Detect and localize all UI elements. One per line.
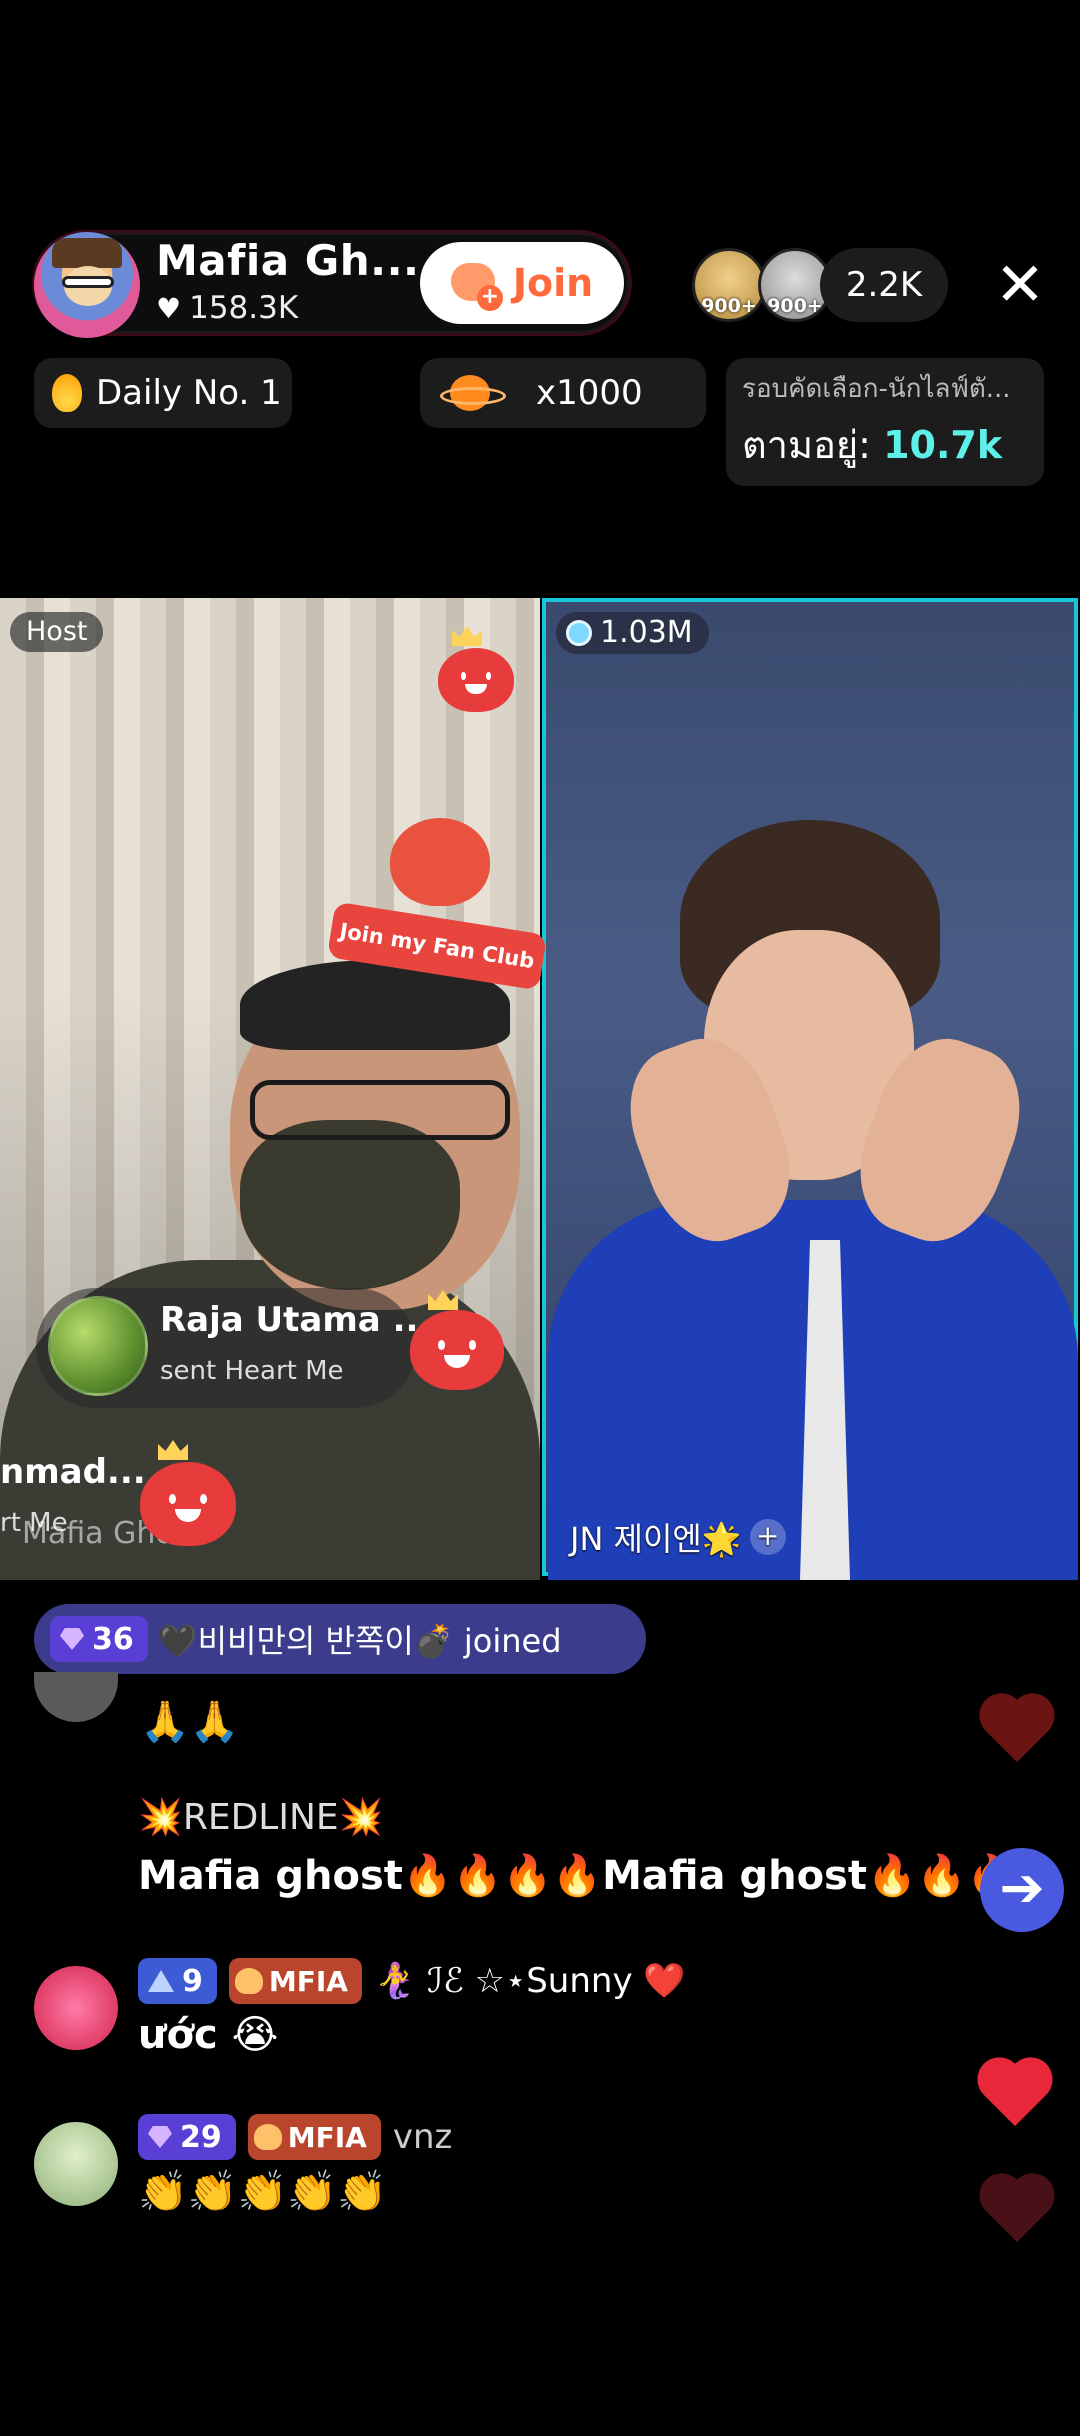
fan-club-join-icon xyxy=(450,261,503,311)
chat-message-text: 👏👏👏👏👏 xyxy=(138,2169,388,2215)
user-level: 29 xyxy=(180,2119,222,2155)
follow-plus-icon[interactable]: + xyxy=(749,1519,786,1555)
fan-club-label: Join my Fan Club xyxy=(326,901,548,991)
daily-rank-chip[interactable]: Daily No. 1 xyxy=(34,358,292,428)
chat-message-text: ước 😭 xyxy=(138,2012,279,2058)
floating-heart-icon xyxy=(976,2060,1054,2130)
fan-heart-icon xyxy=(253,2124,282,2150)
multiplier-label: x1000 xyxy=(536,373,643,413)
fan-club-badge-label: MFIA xyxy=(268,1964,348,1998)
user-level: 36 xyxy=(92,1621,134,1657)
diamond-icon xyxy=(60,1628,84,1650)
gem-icon xyxy=(566,620,592,646)
avatar-glasses-shape xyxy=(62,276,114,288)
viewer-count[interactable]: 2.2K xyxy=(820,248,948,322)
join-button-label: Join xyxy=(512,261,594,305)
user-level: 9 xyxy=(182,1963,203,1999)
multiplier-chip[interactable]: x1000 xyxy=(420,358,706,428)
host-tag: Host xyxy=(10,612,104,652)
fan-club-badge: MFIA xyxy=(247,2114,381,2160)
host-likes-count: 158.3K xyxy=(189,290,299,326)
gift-sender-name: Raja Utama ... xyxy=(160,1300,432,1340)
ranking-title: รอบคัดเลือก-นักไลฟ์ตั... xyxy=(742,374,1011,404)
share-arrow-icon[interactable]: ➔ xyxy=(980,1848,1064,1932)
gift-sender-name: nmad... xyxy=(0,1452,146,1492)
join-button[interactable]: Join xyxy=(420,242,624,324)
chat-username[interactable]: 🧜‍♀️ ℐℰ ☆⋆Sunny ❤️ xyxy=(374,1961,686,2001)
gift-sender-avatar[interactable] xyxy=(48,1296,148,1396)
joined-text: 🖤비비만의 반쪽이💣 joined xyxy=(157,1622,562,1660)
floating-heart-icon xyxy=(978,1696,1056,1766)
close-icon[interactable]: ✕ xyxy=(990,250,1050,320)
host-likes: ♥ 158.3K xyxy=(156,290,298,326)
user-level-badge: 29 xyxy=(138,2114,236,2160)
gift-action: sent Heart Me xyxy=(160,1356,344,1386)
joined-notification: 36 🖤비비만의 반쪽이💣 joined xyxy=(34,1604,646,1674)
triangle-level-icon xyxy=(148,1970,174,1992)
avatar-hat-shape xyxy=(52,238,122,268)
fan-heart-icon xyxy=(234,1968,263,1994)
chat-message-text: 🙏🙏 xyxy=(140,1699,240,1745)
guest-name-tag[interactable]: JN 제이엔🌟 + xyxy=(570,1514,786,1560)
guest-score: 1.03M xyxy=(600,615,693,650)
heart-sticker-icon xyxy=(140,1462,236,1546)
ranking-label: ตามอยู่: xyxy=(742,423,871,467)
ranking-chip[interactable]: รอบคัดเลือก-นักไลฟ์ตั... ตามอยู่: 10.7k xyxy=(726,358,1044,486)
host-person-glasses xyxy=(250,1080,510,1140)
chat-avatar[interactable] xyxy=(34,1966,118,2050)
fan-club-sticker[interactable]: Join my Fan Club xyxy=(326,818,548,991)
fan-club-badge: MFIA xyxy=(228,1958,362,2004)
chat-user-row: 9 MFIA 🧜‍♀️ ℐℰ ☆⋆Sunny ❤️ xyxy=(138,1958,686,2004)
user-level-badge: 9 xyxy=(138,1958,217,2004)
heart-sticker-icon xyxy=(438,648,514,712)
floating-heart-icon xyxy=(978,2176,1056,2216)
chat-message-text: Mafia ghost🔥🔥🔥🔥Mafia ghost🔥🔥🔥🔥 xyxy=(138,1853,1067,1899)
chat-user-row: 29 MFIA vnz xyxy=(138,2114,452,2160)
ranking-value: 10.7k xyxy=(883,423,1003,467)
chat-username[interactable]: vnz xyxy=(393,2117,453,2157)
guest-name: JN 제이엔🌟 xyxy=(570,1520,742,1558)
diamond-icon xyxy=(148,2126,172,2148)
guest-score-tag[interactable]: 1.03M xyxy=(556,612,709,654)
viewer-badge: 900+ xyxy=(701,295,757,317)
fan-club-badge-label: MFIA xyxy=(287,2120,367,2154)
host-name[interactable]: Mafia Gh... xyxy=(156,236,420,285)
heart-mascot-icon xyxy=(390,818,490,906)
top-viewer-avatar[interactable]: 900+ xyxy=(692,248,766,322)
host-person-mask xyxy=(240,1120,460,1290)
user-level-badge: 36 xyxy=(50,1616,148,1662)
viewer-badge: 900+ xyxy=(767,295,823,317)
chat-avatar[interactable] xyxy=(34,1672,118,1722)
daily-rank-label: Daily No. 1 xyxy=(96,373,282,413)
heart-icon: ♥ xyxy=(156,291,182,325)
ranking-status: ตามอยู่: 10.7k xyxy=(742,414,1002,475)
flame-icon xyxy=(52,374,82,412)
heart-sticker-icon xyxy=(410,1310,504,1390)
host-avatar[interactable] xyxy=(34,232,140,338)
planet-icon xyxy=(440,373,506,413)
chat-username[interactable]: 💥REDLINE💥 xyxy=(138,1796,383,1838)
chat-avatar[interactable] xyxy=(34,2122,118,2206)
